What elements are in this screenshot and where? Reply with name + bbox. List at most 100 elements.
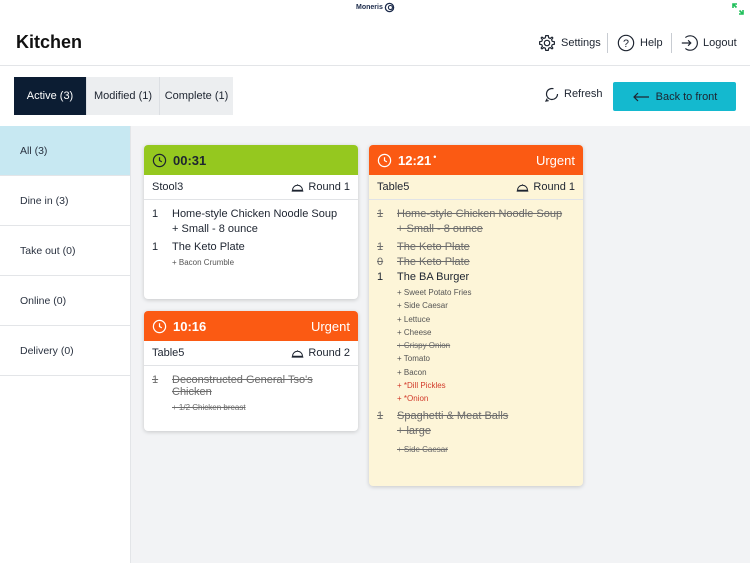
- item-modifier: + Sweet Potato Fries: [397, 288, 472, 297]
- clock-icon: [152, 319, 167, 333]
- toolbar: Active (3) Modified (1) Complete (1) Ref…: [0, 66, 750, 126]
- svg-text:?: ?: [623, 38, 629, 50]
- page-title: Kitchen: [16, 32, 83, 52]
- item-modifier: + *Onion: [397, 394, 429, 404]
- cloche-icon: [517, 183, 529, 192]
- order-round-label: Round 2: [308, 347, 350, 359]
- order-table: Table5: [377, 181, 410, 193]
- arrow-left-icon: [632, 92, 649, 101]
- settings-label: Settings: [561, 37, 601, 49]
- tab-active[interactable]: Active (3): [14, 77, 87, 115]
- order-line-item: 1 Spaghetti & Meat Balls: [377, 410, 575, 422]
- sidebar-item-dine-in[interactable]: Dine in (3): [0, 176, 130, 226]
- clock-icon: [152, 153, 167, 167]
- urgent-label: Urgent: [310, 318, 350, 334]
- order-round: Round 1: [291, 181, 350, 193]
- divider: [671, 33, 672, 53]
- item-qty: 1: [377, 271, 384, 283]
- item-modifier: + *Dill Pickles: [397, 381, 446, 391]
- item-name: The BA Burger: [397, 271, 470, 283]
- order-line-item: 1 Home-style Chicken Noodle Soup: [152, 208, 350, 220]
- order-header: 12:21 • Urgent: [369, 145, 583, 175]
- fullscreen-icon[interactable]: [732, 3, 744, 15]
- order-items: 1 Deconstructed General Tso's Chicken + …: [144, 366, 358, 420]
- item-name: Home-style Chicken Noodle Soup: [172, 208, 338, 220]
- item-qty: 1: [377, 208, 384, 220]
- order-timer: 00:31: [173, 152, 207, 168]
- status-bar: Moneris: [0, 0, 750, 20]
- item-qty: 0: [377, 256, 384, 268]
- app-header: Kitchen Settings ? Help Logout: [0, 20, 750, 66]
- order-line-item: 1 The Keto Plate: [377, 241, 575, 253]
- order-card[interactable]: 12:21 • Urgent Table5 Round 1 1 Home-sty…: [369, 145, 583, 486]
- order-header: 00:31: [144, 145, 358, 175]
- item-modifier: + Small - 8 ounce: [397, 223, 483, 235]
- order-line-item: 0 The Keto Plate: [377, 256, 575, 268]
- logout-icon: [681, 35, 698, 51]
- order-header: 10:16 Urgent: [144, 311, 358, 341]
- item-name: Spaghetti & Meat Balls: [397, 409, 509, 422]
- item-name: Home-style Chicken Noodle Soup: [397, 208, 563, 220]
- help-button[interactable]: ? Help: [617, 32, 663, 54]
- sidebar-item-online[interactable]: Online (0): [0, 276, 130, 326]
- status-tabs: Active (3) Modified (1) Complete (1): [14, 77, 233, 115]
- order-round: Round 2: [291, 347, 350, 359]
- order-round: Round 1: [516, 181, 575, 193]
- item-modifier: + Lettuce: [397, 314, 431, 324]
- order-subheader: Table5 Round 1: [369, 175, 583, 200]
- refresh-button[interactable]: Refresh: [544, 86, 603, 102]
- logout-button[interactable]: Logout: [680, 32, 737, 54]
- refresh-label: Refresh: [564, 88, 603, 100]
- order-line-item: 1 Home-style Chicken Noodle Soup: [377, 208, 575, 220]
- item-modifier: + Side Caesar: [397, 444, 448, 454]
- item-modifier: + Bacon: [397, 367, 427, 377]
- clock-icon: [377, 153, 392, 167]
- item-modifier: + Side Caesar: [397, 301, 448, 311]
- order-items: 1 Home-style Chicken Noodle Soup + Small…: [144, 200, 358, 275]
- gear-icon: [539, 35, 555, 51]
- order-timer: 12:21: [398, 152, 432, 168]
- order-card[interactable]: 10:16 Urgent Table5 Round 2 1 Deconstruc…: [144, 311, 358, 431]
- item-modifier: + Small - 8 ounce: [172, 223, 258, 235]
- item-modifier: + large: [397, 424, 431, 437]
- back-to-front-button[interactable]: Back to front: [613, 82, 736, 111]
- item-qty: 1: [152, 241, 159, 253]
- order-table: Stool3: [152, 181, 184, 193]
- refresh-icon: [544, 87, 559, 102]
- item-modifier: + Tomato: [397, 354, 430, 364]
- back-to-front-label: Back to front: [655, 90, 718, 103]
- order-subheader: Stool3 Round 1: [144, 175, 358, 200]
- tab-modified[interactable]: Modified (1): [87, 77, 160, 115]
- item-name: The Keto Plate: [397, 241, 470, 253]
- moneris-swirl-icon: [384, 2, 395, 13]
- urgent-label: Urgent: [535, 152, 575, 168]
- sidebar-item-all[interactable]: All (3): [0, 126, 130, 176]
- logout-label: Logout: [703, 37, 737, 49]
- order-items: 1 Home-style Chicken Noodle Soup + Small…: [369, 200, 583, 462]
- order-line-item: 1 The BA Burger: [377, 271, 575, 283]
- item-qty: 1: [152, 374, 159, 386]
- order-line-item: 1 Deconstructed General Tso's Chicken: [152, 374, 350, 398]
- cloche-icon: [292, 349, 304, 358]
- item-modifier: + Crispy Onion: [397, 341, 451, 351]
- order-round-label: Round 1: [533, 181, 575, 193]
- order-type-sidebar: All (3) Dine in (3) Take out (0) Online …: [0, 126, 131, 563]
- item-name: The Keto Plate: [172, 241, 245, 253]
- order-subheader: Table5 Round 2: [144, 341, 358, 366]
- item-name: Deconstructed General Tso's Chicken: [172, 374, 313, 398]
- sidebar-item-take-out[interactable]: Take out (0): [0, 226, 130, 276]
- help-icon: ?: [617, 34, 635, 52]
- item-name: The Keto Plate: [397, 256, 470, 268]
- sidebar-item-delivery[interactable]: Delivery (0): [0, 326, 130, 376]
- brand-logo: Moneris: [356, 2, 395, 13]
- modified-dot: •: [433, 152, 437, 162]
- settings-button[interactable]: Settings: [538, 32, 601, 54]
- item-modifier: + Cheese: [397, 327, 432, 337]
- tab-complete[interactable]: Complete (1): [160, 77, 233, 115]
- cloche-icon: [292, 183, 304, 192]
- order-table: Table5: [152, 347, 185, 359]
- divider: [607, 33, 608, 53]
- order-timer: 10:16: [173, 318, 207, 334]
- order-card[interactable]: 00:31 Stool3 Round 1 1 Home-style Chicke…: [144, 145, 358, 299]
- brand-name: Moneris: [356, 4, 383, 11]
